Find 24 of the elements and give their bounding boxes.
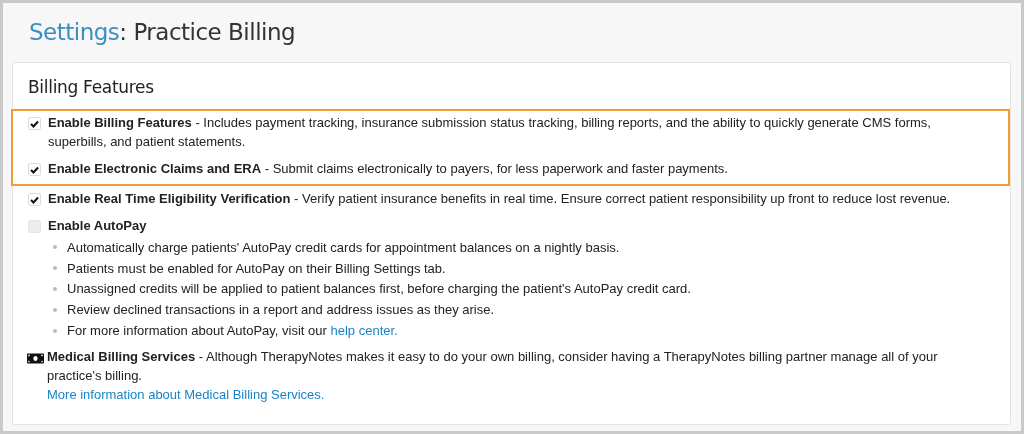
- bullet-text: Review declined transactions in a report and address issues as they arise.: [67, 302, 495, 318]
- option-text: Enable AutoPay: [48, 217, 148, 235]
- bullet-icon: [53, 307, 57, 312]
- checkbox[interactable]: [28, 193, 41, 206]
- bullet-icon: [53, 328, 57, 333]
- checkbox[interactable]: [28, 163, 41, 176]
- checkbox[interactable]: [28, 117, 41, 130]
- section-heading: Billing Features: [28, 77, 155, 97]
- option-text: Enable Real Time Eligibility Verification - Verify patient insurance benefits in real time. Ensure correct patient responsibility up front to reduce lost revenue.: [48, 190, 952, 208]
- option-text: Medical Billing Services - Although TherapyNotes makes it easy to do your own billing, consider having a TherapyNotes billing partner manage all of your practice's billing. More information about Medical Billing Services.: [47, 348, 939, 404]
- info-link[interactable]: More information about Medical Billing Services.: [47, 387, 325, 402]
- bullet-icon: [53, 287, 57, 291]
- option-text: Enable Electronic Claims and ERA - Submit claims electronically to payers, for less paperwork and faster payments.: [48, 160, 729, 178]
- bullet-icon: [53, 266, 57, 271]
- option-text: Enable Billing Features - Includes payment tracking, insurance submission status tracking, billing reports, and the ability to quickly generate CMS forms, superbills, and patient statements.: [48, 114, 932, 151]
- bullet-text: Automatically charge patients' AutoPay credit cards for appointment balances on a nightly basis.: [67, 239, 620, 255]
- bullet-text: Patients must be enabled for AutoPay on their Billing Settings tab.: [67, 260, 446, 276]
- help-link[interactable]: help center.: [330, 323, 398, 339]
- bullet-text: For more information about AutoPay, visit our help center.: [67, 323, 398, 339]
- checkbox[interactable]: [28, 220, 41, 233]
- page-title: Settings: Practice Billing: [29, 18, 297, 47]
- bullet-text: Unassigned credits will be applied to patient balances first, before charging the patient's AutoPay credit card.: [67, 281, 691, 297]
- money-bill-icon: [27, 350, 44, 363]
- bullet-icon: [53, 245, 57, 250]
